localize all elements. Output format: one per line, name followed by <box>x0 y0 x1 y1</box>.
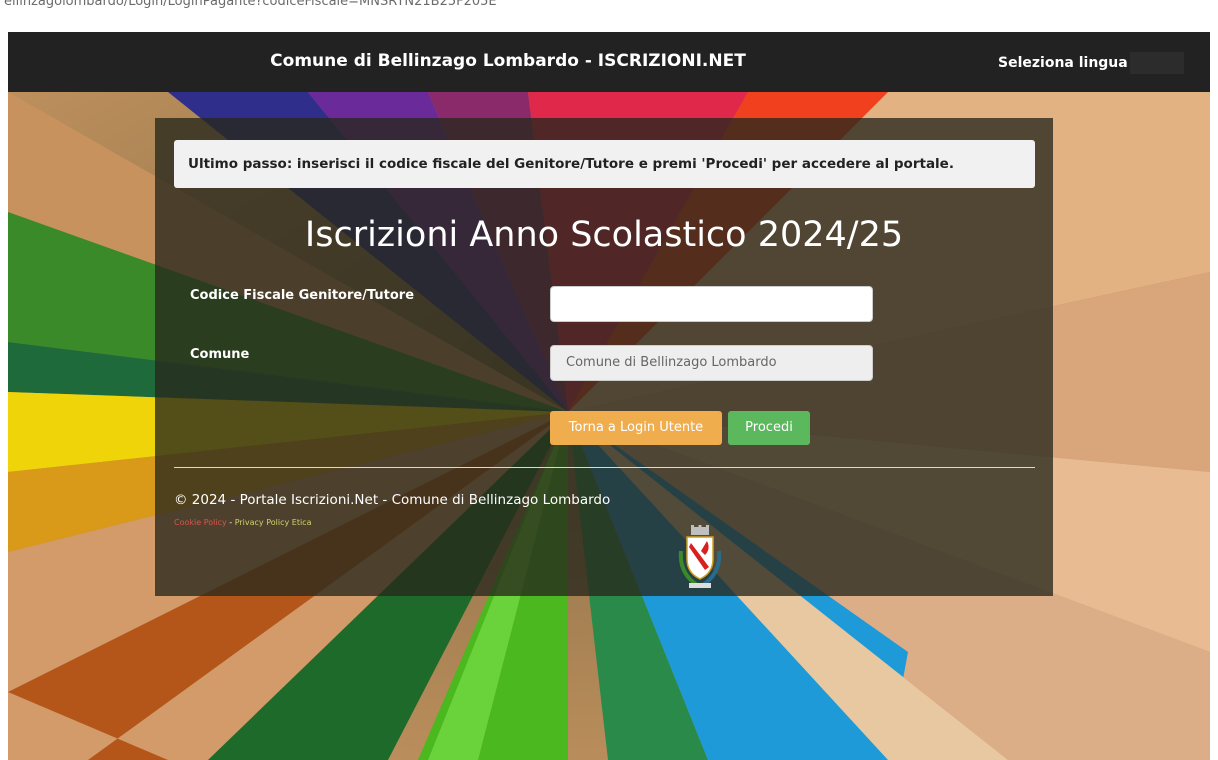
copyright-text: © 2024 - Portale Iscrizioni.Net - Comune… <box>174 492 611 508</box>
top-navbar: Comune di Bellinzago Lombardo - ISCRIZIO… <box>8 32 1210 92</box>
back-to-login-button[interactable]: Torna a Login Utente <box>550 411 722 445</box>
language-selector[interactable]: Seleziona lingua <box>990 52 1184 74</box>
comune-field: Comune di Bellinzago Lombardo <box>550 345 873 381</box>
codice-fiscale-label: Codice Fiscale Genitore/Tutore <box>190 288 415 303</box>
browser-url-bar[interactable]: ellinzagolombardo/Login/LoginPagante?cod… <box>0 0 1218 24</box>
codice-fiscale-input[interactable] <box>550 286 873 322</box>
cookie-policy-link[interactable]: Cookie Policy <box>174 518 227 527</box>
link-separator: - <box>229 518 233 527</box>
page-heading: Iscrizioni Anno Scolastico 2024/25 <box>304 215 904 255</box>
url-text: ellinzagolombardo/Login/LoginPagante?cod… <box>4 0 497 9</box>
comune-label: Comune <box>190 347 250 362</box>
footer-links: Cookie Policy - Privacy Policy Etica <box>174 518 311 527</box>
site-title[interactable]: Comune di Bellinzago Lombardo - ISCRIZIO… <box>8 32 1008 92</box>
privacy-policy-link[interactable]: Privacy Policy Etica <box>235 518 312 527</box>
login-panel: Ultimo passo: inserisci il codice fiscal… <box>155 118 1053 596</box>
footer-divider <box>174 467 1035 468</box>
municipal-coat-of-arms-icon <box>678 525 722 588</box>
proceed-button[interactable]: Procedi <box>728 411 810 445</box>
instruction-alert: Ultimo passo: inserisci il codice fiscal… <box>174 140 1035 188</box>
